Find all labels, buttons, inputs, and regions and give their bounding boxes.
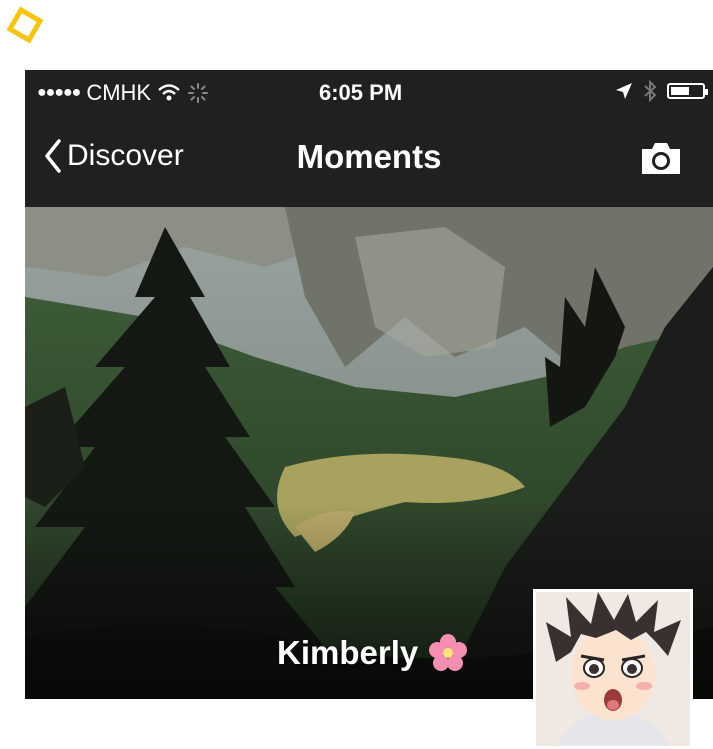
avatar-anime-character-image (536, 592, 690, 746)
wifi-icon (158, 84, 180, 101)
logo-diamond-icon (6, 6, 44, 44)
flower-icon (429, 634, 468, 671)
profile-name: Kimberly (277, 633, 468, 673)
carrier-group: ●●●●● CMHK (37, 80, 209, 106)
battery-icon (667, 83, 708, 99)
page-title: Moments (296, 138, 442, 175)
bluetooth-icon (644, 80, 657, 102)
loading-spinner-icon (188, 83, 209, 103)
avatar[interactable] (533, 589, 693, 749)
location-arrow-icon (616, 83, 632, 99)
carrier-name: CMHK (86, 80, 152, 105)
status-right-icons (615, 80, 708, 102)
camera-icon[interactable] (639, 140, 683, 176)
top-bar: ●●●●● CMHK 6:05 PM Discover Moments (25, 70, 713, 207)
status-time: 6:05 PM (319, 80, 403, 105)
phone-screen: ●●●●● CMHK 6:05 PM Discover Moments Kimb… (25, 70, 713, 749)
screenshot-page: ●●●●● CMHK 6:05 PM Discover Moments Kimb… (0, 0, 713, 749)
status-bar: ●●●●● CMHK 6:05 PM (25, 70, 713, 116)
profile-name-text: Kimberly (277, 634, 419, 671)
signal-dots: ●●●●● (37, 84, 81, 101)
nav-bar: Discover Moments (25, 120, 713, 207)
